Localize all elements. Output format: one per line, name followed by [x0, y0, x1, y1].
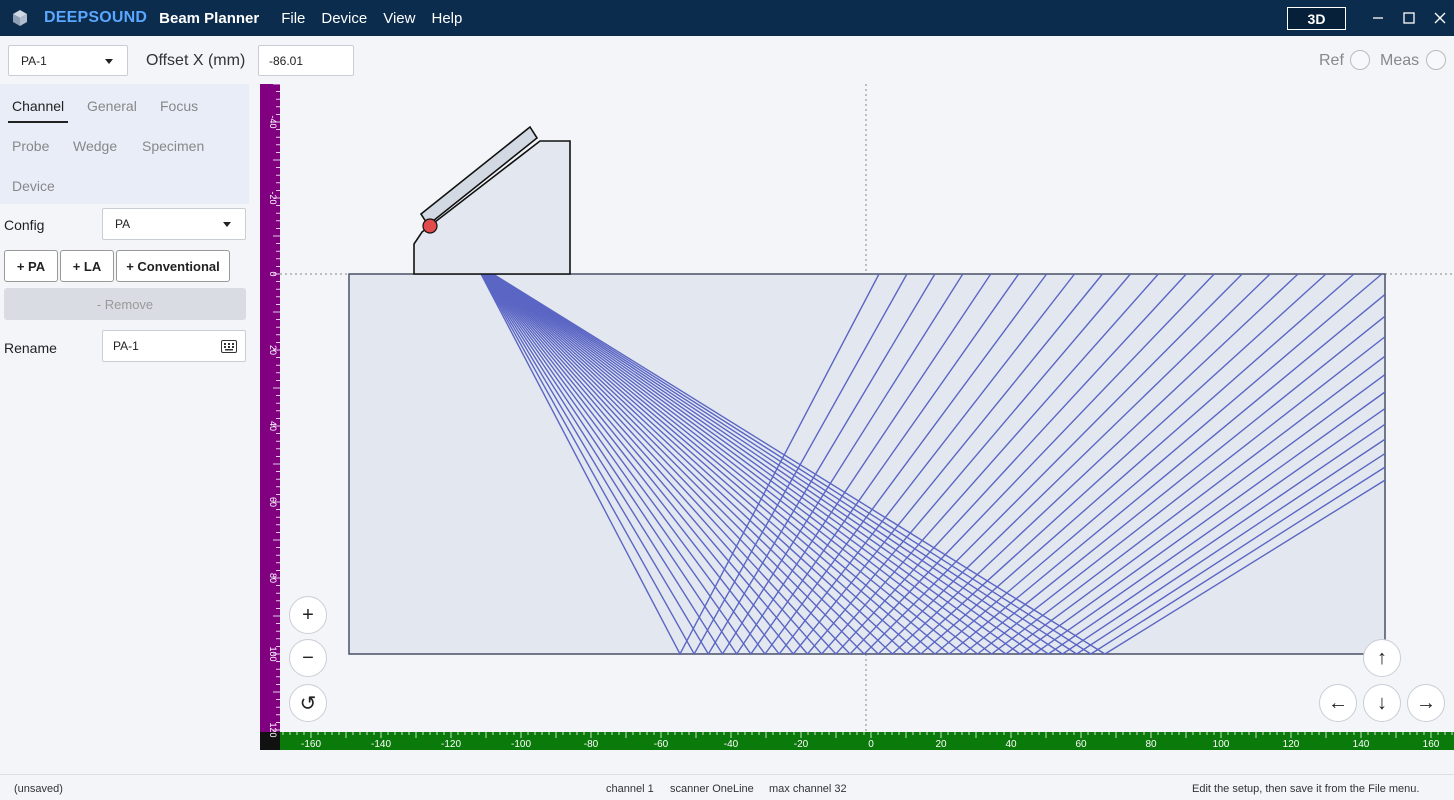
add-pa-button[interactable]: + PA — [4, 250, 58, 282]
file-status: (unsaved) — [14, 783, 63, 795]
zoom-out-button[interactable]: − — [289, 639, 327, 677]
keyboard-icon[interactable] — [221, 340, 237, 353]
offset-x-input[interactable]: -86.01 — [258, 45, 354, 76]
y-ruler — [260, 84, 280, 732]
x-tick-label: -20 — [794, 739, 809, 750]
tab-general[interactable]: General — [87, 98, 137, 114]
tab-channel[interactable]: Channel — [12, 98, 64, 114]
x-tick-label: 140 — [1353, 739, 1370, 750]
channel-status: channel 1 — [606, 783, 654, 795]
zoom-in-button[interactable]: + — [289, 596, 327, 634]
config-select-value: PA — [115, 217, 131, 231]
offset-x-label: Offset X (mm) — [146, 52, 246, 69]
sidebar: Channel General Focus Probe Wedge Specim… — [0, 84, 252, 750]
pan-down-button[interactable]: ↓ — [1363, 684, 1401, 722]
tab-focus[interactable]: Focus — [160, 98, 198, 114]
status-bar: (unsaved) channel 1 scanner OneLine max … — [0, 774, 1454, 800]
x-tick-label: 0 — [868, 739, 874, 750]
pan-left-button[interactable]: ← — [1319, 684, 1357, 722]
settings-tabs: Channel General Focus Probe Wedge Specim… — [0, 84, 249, 204]
y-tick-label: 80 — [268, 573, 278, 583]
brand-name: DEEPSOUND — [44, 9, 148, 26]
x-tick-label: 100 — [1213, 739, 1230, 750]
title-bar: DEEPSOUND Beam Planner File Device View … — [0, 0, 1454, 36]
maximize-icon[interactable] — [1397, 6, 1421, 30]
x-tick-label: -100 — [511, 739, 531, 750]
pan-up-button[interactable]: ↑ — [1363, 639, 1401, 677]
meas-label: Meas — [1380, 52, 1420, 69]
x-tick-label: -160 — [301, 739, 321, 750]
config-label: Config — [4, 217, 45, 233]
menu-device[interactable]: Device — [321, 10, 367, 27]
view-3d-button[interactable]: 3D — [1287, 7, 1346, 30]
menu-help[interactable]: Help — [431, 10, 462, 27]
y-tick-label: -20 — [268, 191, 278, 204]
y-tick-label: 20 — [268, 345, 278, 355]
rename-input[interactable]: PA-1 — [102, 330, 246, 362]
channel-select-value: PA-1 — [21, 53, 47, 68]
ref-label: Ref — [1319, 52, 1344, 69]
active-tab-indicator — [8, 121, 68, 123]
remove-button[interactable]: - Remove — [4, 288, 246, 320]
x-tick-label: 60 — [1075, 739, 1087, 750]
add-la-button[interactable]: + LA — [60, 250, 114, 282]
probe-element-marker — [422, 218, 438, 234]
reset-view-icon[interactable]: ↺ — [289, 684, 327, 722]
offset-x-value: -86.01 — [269, 53, 304, 68]
app-name: Beam Planner — [159, 9, 260, 27]
x-tick-label: 160 — [1423, 739, 1440, 750]
x-tick-label: 80 — [1145, 739, 1157, 750]
y-tick-label: 40 — [268, 421, 278, 431]
y-tick-label: 60 — [268, 497, 278, 507]
x-tick-label: -80 — [584, 739, 599, 750]
tab-specimen[interactable]: Specimen — [142, 138, 204, 154]
x-tick-label: 20 — [935, 739, 947, 750]
menu-view[interactable]: View — [383, 10, 415, 27]
max-channel-status: max channel 32 — [769, 783, 847, 795]
config-select[interactable]: PA — [102, 208, 246, 240]
channel-select[interactable]: PA-1 — [8, 45, 128, 76]
menu-file[interactable]: File — [281, 10, 305, 27]
y-tick-label: 100 — [268, 646, 278, 661]
hint-text: Edit the setup, then save it from the Fi… — [1192, 783, 1420, 795]
y-tick-label: 120 — [268, 722, 278, 737]
scanner-status: scanner OneLine — [670, 783, 754, 795]
meas-radio[interactable] — [1426, 50, 1446, 70]
cube-icon — [13, 10, 27, 26]
ref-radio[interactable] — [1350, 50, 1370, 70]
minimize-icon[interactable] — [1366, 6, 1390, 30]
rename-label: Rename — [4, 340, 57, 356]
chevron-down-icon — [105, 58, 113, 64]
x-tick-label: -40 — [724, 739, 739, 750]
toolbar: PA-1 Offset X (mm) -86.01 Ref Meas — [0, 36, 1454, 84]
add-conventional-button[interactable]: + Conventional — [116, 250, 230, 282]
y-tick-label: 0 — [268, 271, 278, 276]
beam-plot[interactable]: -160 -140 -120 -100 -80 -60 -40 -20 0 20 40 60 80 100… — [260, 83, 1454, 750]
x-tick-label: -120 — [441, 739, 461, 750]
x-tick-label: 40 — [1005, 739, 1017, 750]
close-icon[interactable] — [1428, 6, 1452, 30]
rename-value: PA-1 — [113, 339, 139, 353]
chevron-down-icon — [223, 222, 231, 227]
beam-canvas[interactable]: -160 -140 -120 -100 -80 -60 -40 -20 0 20 40 60 80 100… — [260, 83, 1454, 750]
x-tick-label: 120 — [1283, 739, 1300, 750]
pan-right-button[interactable]: → — [1407, 684, 1445, 722]
y-tick-label: -40 — [268, 115, 278, 128]
x-tick-label: -60 — [654, 739, 669, 750]
tab-device[interactable]: Device — [12, 178, 55, 194]
tab-wedge[interactable]: Wedge — [73, 138, 117, 154]
tab-probe[interactable]: Probe — [12, 138, 49, 154]
x-tick-label: -140 — [371, 739, 391, 750]
